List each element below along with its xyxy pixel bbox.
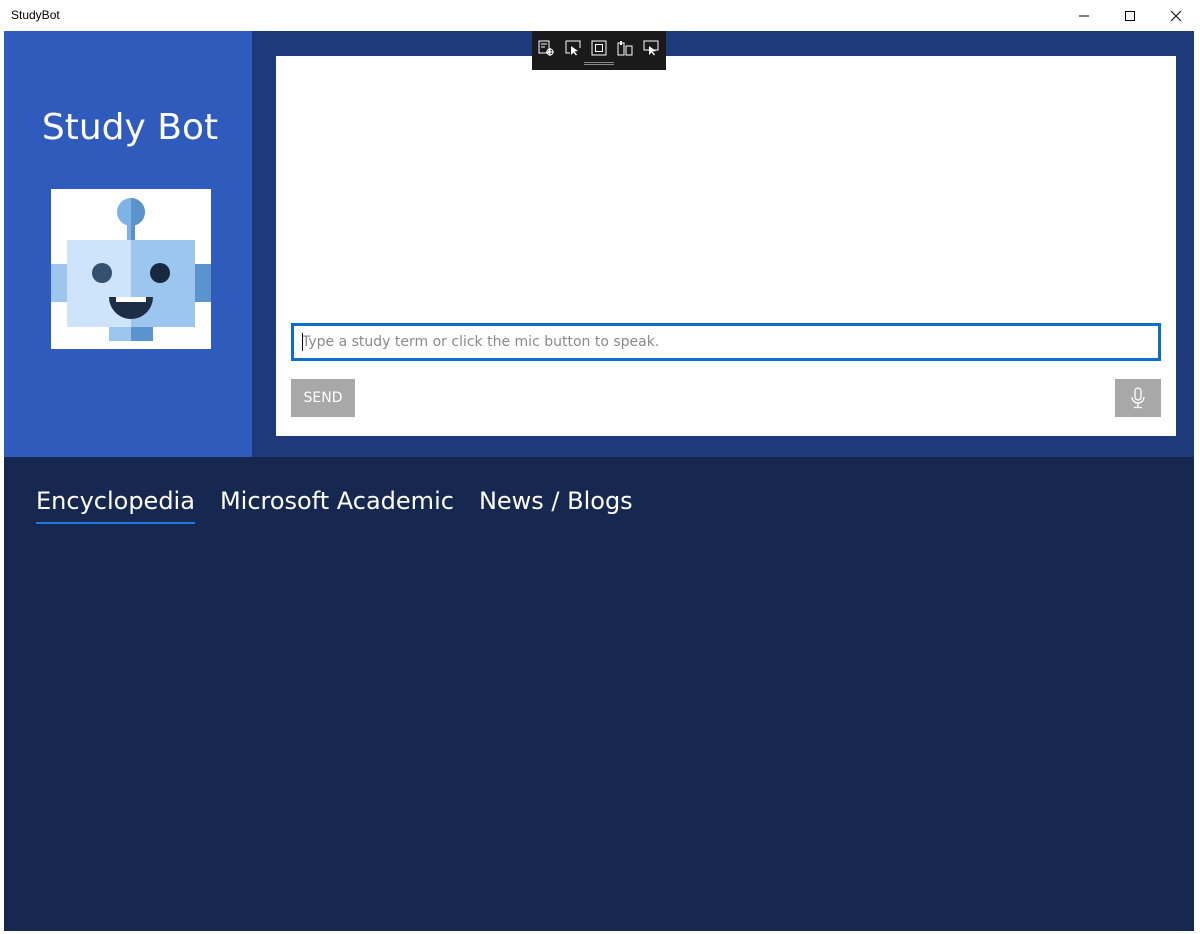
sidebar: Study Bot — [4, 31, 252, 457]
tab-microsoft-academic[interactable]: Microsoft Academic — [220, 487, 454, 521]
hot-reload-button[interactable] — [641, 38, 661, 58]
hot-reload-icon — [643, 40, 659, 56]
select-element-icon — [565, 40, 581, 56]
live-visual-tree-button[interactable] — [536, 38, 556, 58]
track-focused-element-button[interactable] — [615, 38, 635, 58]
close-button[interactable] — [1153, 0, 1199, 31]
microphone-icon — [1131, 387, 1145, 409]
text-caret — [302, 333, 303, 351]
debug-toolbar — [532, 31, 666, 70]
chat-panel: SEND — [276, 56, 1176, 436]
display-layout-adorners-button[interactable] — [589, 38, 609, 58]
maximize-icon — [1125, 10, 1135, 21]
robot-icon — [51, 198, 211, 341]
visual-tree-icon — [538, 40, 554, 56]
window-frame-right — [1194, 31, 1200, 934]
mic-button[interactable] — [1115, 379, 1161, 417]
results-area: Encyclopedia Microsoft Academic News / B… — [4, 457, 1194, 931]
layout-adorner-icon — [591, 40, 607, 56]
window-titlebar: StudyBot — [0, 0, 1200, 31]
tab-news-blogs[interactable]: News / Blogs — [479, 487, 633, 521]
close-icon — [1170, 10, 1182, 21]
results-tabs: Encyclopedia Microsoft Academic News / B… — [36, 487, 658, 524]
robot-logo — [51, 189, 211, 349]
minimize-icon — [1079, 15, 1089, 16]
app-title: Study Bot — [41, 107, 219, 148]
toolbar-drag-handle[interactable] — [584, 62, 614, 65]
study-term-input[interactable] — [294, 326, 1158, 358]
track-focus-icon — [617, 41, 633, 56]
minimize-button[interactable] — [1061, 0, 1107, 31]
study-term-input-container — [291, 323, 1161, 361]
window-title: StudyBot — [11, 8, 60, 22]
send-button[interactable]: SEND — [291, 379, 355, 417]
select-element-button[interactable] — [563, 38, 583, 58]
tab-encyclopedia[interactable]: Encyclopedia — [36, 487, 195, 524]
maximize-button[interactable] — [1107, 0, 1153, 31]
